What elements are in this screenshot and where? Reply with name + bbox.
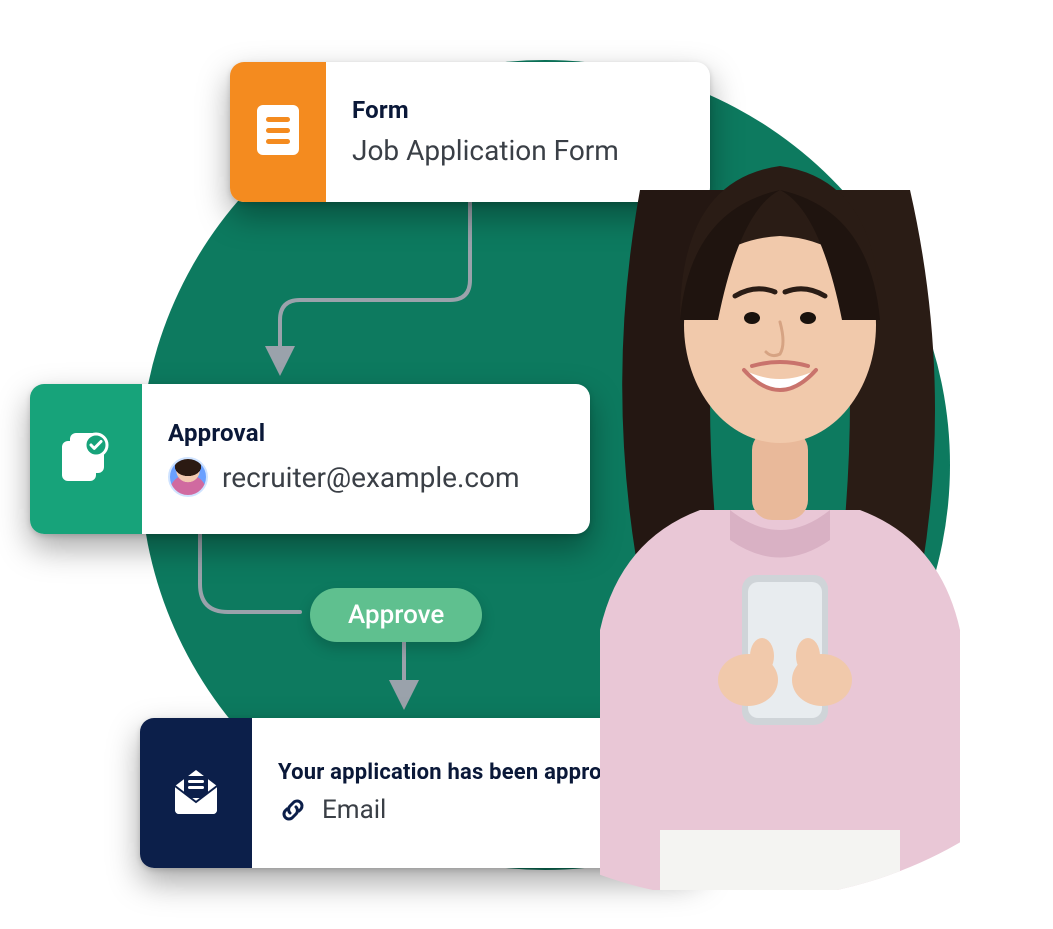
approval-card: Approval recruiter@example.com	[30, 384, 590, 534]
diagram-canvas: Form Job Application Form Approval recru…	[0, 0, 1053, 929]
approval-check-icon	[56, 427, 116, 491]
form-card-title: Form	[352, 96, 619, 124]
form-card-content: Form Job Application Form	[326, 62, 649, 202]
approval-email: recruiter@example.com	[222, 461, 520, 494]
approve-button-label: Approve	[348, 600, 444, 630]
approve-button[interactable]: Approve	[310, 588, 482, 642]
avatar	[168, 457, 208, 497]
form-icon-bar	[230, 62, 326, 202]
email-card: Your application has been approved Email	[140, 718, 700, 868]
form-card: Form Job Application Form	[230, 62, 710, 202]
email-icon-bar	[140, 718, 252, 868]
email-channel-label: Email	[322, 795, 386, 825]
envelope-icon	[167, 762, 225, 824]
email-card-title: Your application has been approved	[278, 760, 637, 785]
email-card-content: Your application has been approved Email	[252, 718, 667, 868]
link-icon	[278, 795, 308, 825]
approval-recipient-row: recruiter@example.com	[168, 457, 520, 497]
approval-icon-bar	[30, 384, 142, 534]
form-card-subtitle: Job Application Form	[352, 134, 619, 167]
document-icon	[255, 103, 301, 161]
approval-card-content: Approval recruiter@example.com	[142, 384, 550, 534]
approval-card-title: Approval	[168, 419, 520, 447]
email-channel-row: Email	[278, 795, 637, 825]
